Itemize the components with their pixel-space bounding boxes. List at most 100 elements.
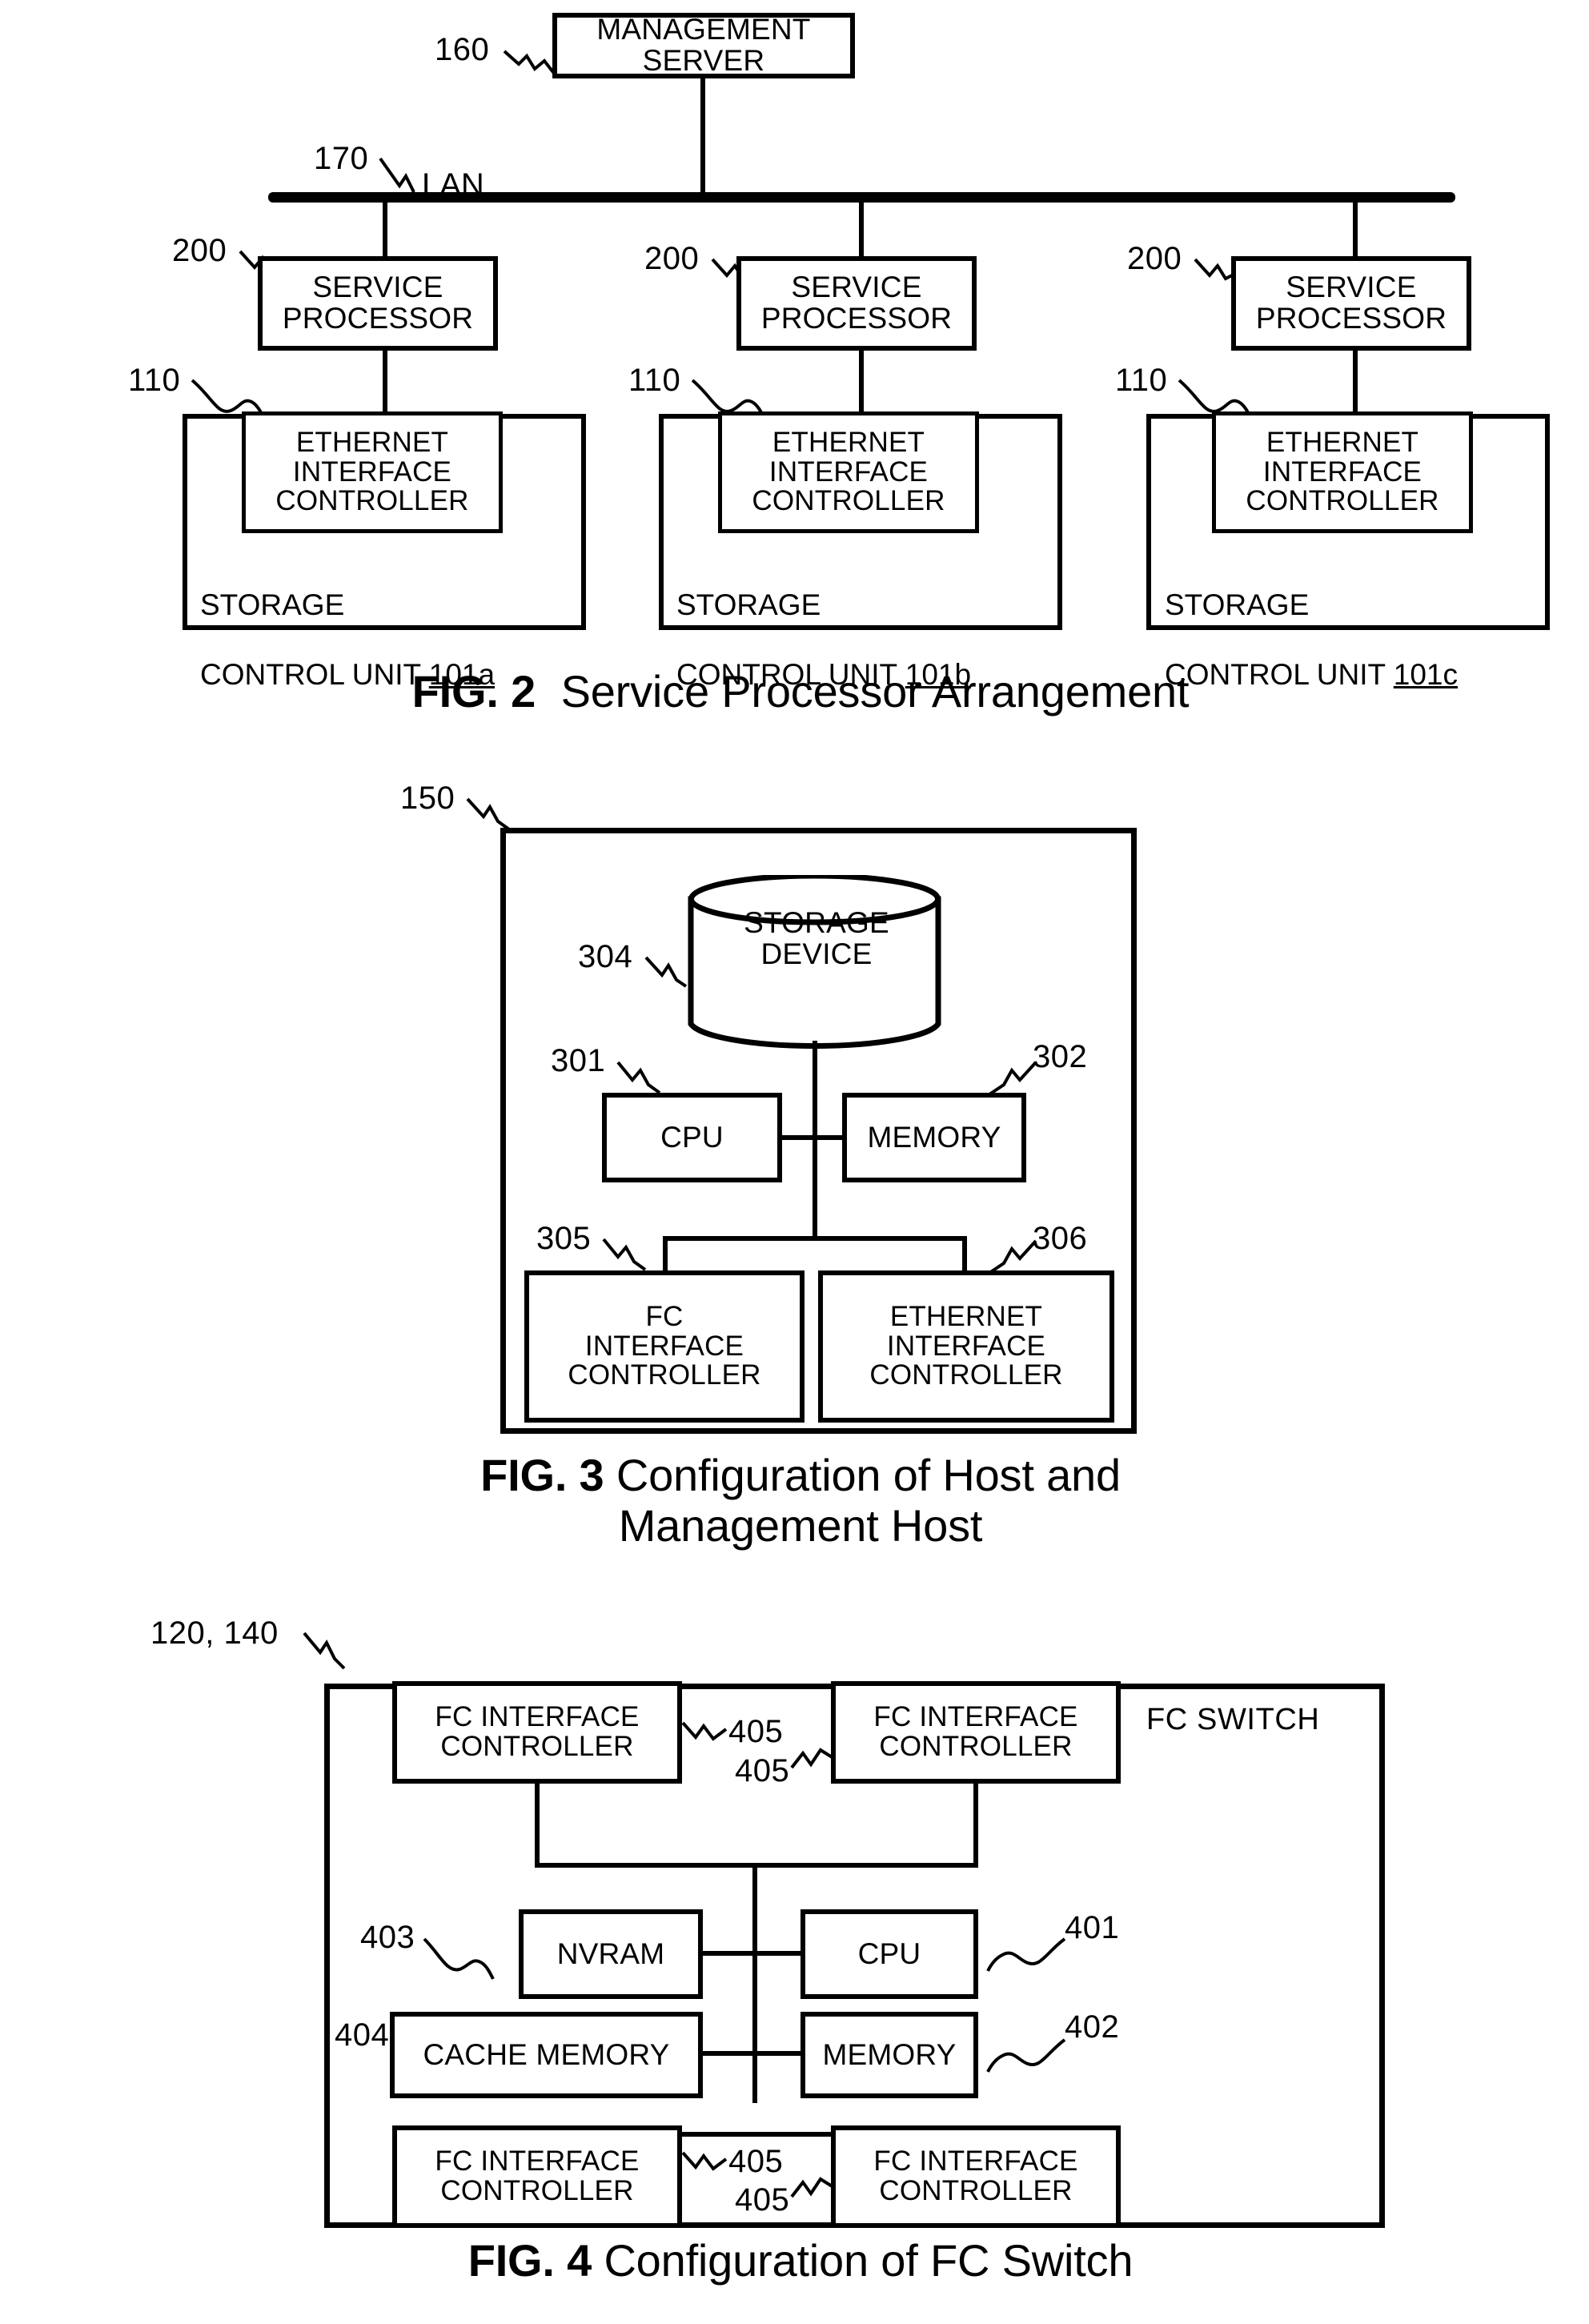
fc-interface-controller-label-4: FC INTERFACE CONTROLLER — [873, 2145, 1078, 2206]
fc-switch-label: FC SWITCH — [1146, 1703, 1320, 1736]
ref-405-1: 405 — [728, 1714, 784, 1749]
ref-305: 305 — [536, 1221, 592, 1256]
figure-3-number: FIG. 3 — [480, 1450, 604, 1500]
controller-spine — [663, 1236, 967, 1241]
memory-box-fig4: MEMORY — [801, 2012, 978, 2098]
ethernet-interface-controller-box-fig3: ETHERNET INTERFACE CONTROLLER — [818, 1270, 1114, 1423]
connector-lan-to-sp-1 — [383, 199, 387, 258]
ref-402: 402 — [1065, 2009, 1120, 2045]
figure-4-caption: FIG. 4 Configuration of FC Switch — [320, 2235, 1281, 2286]
figure-2-caption: FIG. 2 Service Processor Arrangement — [264, 666, 1337, 717]
fc-interface-controller-label-3: FC INTERFACE CONTROLLER — [435, 2145, 640, 2206]
spine-drop-left — [663, 1236, 668, 1273]
connector-bus-to-controllers — [813, 1135, 817, 1239]
connector-fcic2-to-spine — [973, 1784, 978, 1865]
ethernet-interface-controller-label-3: ETHERNET INTERFACE CONTROLLER — [1246, 426, 1439, 517]
cpu-box-fig4: CPU — [801, 1909, 978, 1999]
ref-301: 301 — [551, 1043, 606, 1078]
ref-403: 403 — [360, 1920, 415, 1955]
connector-memory-backbone — [752, 2051, 805, 2056]
fc-switch-backbone — [752, 1863, 757, 2103]
memory-label-fig4: MEMORY — [822, 2038, 957, 2071]
fc-interface-controller-label-1: FC INTERFACE CONTROLLER — [435, 1701, 640, 1762]
storage-device-label: STORAGE DEVICE — [744, 906, 889, 970]
leader-120-140 — [303, 1632, 352, 1675]
fc-interface-controller-box-3: FC INTERFACE CONTROLLER — [392, 2125, 682, 2228]
figure-3-caption: FIG. 3 Configuration of Host and Managem… — [304, 1450, 1297, 1551]
drawing-sheet: 160 MANAGEMENT SERVER 170 LAN 200 SERVIC… — [0, 0, 1589, 2324]
connector-lan-to-sp-3 — [1353, 199, 1358, 258]
connector-cache-backbone — [700, 2051, 756, 2056]
service-processor-label-2: SERVICE PROCESSOR — [760, 271, 953, 335]
memory-box: MEMORY — [842, 1093, 1026, 1182]
leader-405-4 — [790, 2173, 837, 2205]
management-server-label: MANAGEMENT SERVER — [596, 13, 811, 77]
spine-drop-right — [962, 1236, 967, 1273]
service-processor-label-1: SERVICE PROCESSOR — [282, 271, 474, 335]
ref-110-1: 110 — [128, 363, 181, 398]
ref-405-4: 405 — [735, 2182, 790, 2218]
ref-150: 150 — [400, 781, 455, 816]
management-server-box: MANAGEMENT SERVER — [552, 13, 855, 78]
ref-405-2: 405 — [735, 1753, 790, 1788]
leader-405-3 — [681, 2148, 731, 2180]
figure-4-title: Configuration of FC Switch — [604, 2235, 1134, 2286]
ref-306: 306 — [1033, 1221, 1088, 1256]
memory-label: MEMORY — [867, 1121, 1001, 1154]
storage-control-unit-line1-3: STORAGE — [1165, 588, 1310, 621]
fc-interface-controller-label: FC INTERFACE CONTROLLER — [568, 1300, 761, 1391]
fc-interface-controller-box: FC INTERFACE CONTROLLER — [524, 1270, 805, 1423]
service-processor-box-3: SERVICE PROCESSOR — [1231, 256, 1471, 351]
ethernet-interface-controller-label-2: ETHERNET INTERFACE CONTROLLER — [752, 426, 945, 517]
storage-control-unit-line1-2: STORAGE — [676, 588, 821, 621]
connector-storage-to-bus — [813, 1041, 817, 1137]
storage-control-unit-ref-3: 101c — [1393, 657, 1458, 691]
ref-405-3: 405 — [728, 2144, 784, 2179]
ref-302: 302 — [1033, 1039, 1088, 1074]
service-processor-box-2: SERVICE PROCESSOR — [736, 256, 977, 351]
connector-lan-to-sp-2 — [859, 199, 864, 258]
leader-160 — [503, 48, 559, 82]
fc-interface-controller-box-1: FC INTERFACE CONTROLLER — [392, 1681, 682, 1784]
cache-memory-box: CACHE MEMORY — [390, 2012, 703, 2098]
connector-sp-to-eth-3 — [1353, 351, 1358, 415]
ethernet-interface-controller-label-fig3: ETHERNET INTERFACE CONTROLLER — [869, 1300, 1063, 1391]
ref-200-2: 200 — [644, 241, 700, 276]
ref-401: 401 — [1065, 1910, 1120, 1945]
connector-server-to-lan — [700, 78, 705, 199]
fc-interface-controller-box-4: FC INTERFACE CONTROLLER — [831, 2125, 1121, 2228]
fc-interface-controller-label-2: FC INTERFACE CONTROLLER — [873, 1701, 1078, 1762]
connector-sp-to-eth-1 — [383, 351, 387, 415]
nvram-box: NVRAM — [519, 1909, 703, 1999]
figure-2-number: FIG. 2 — [411, 666, 536, 716]
leader-405-1 — [681, 1718, 731, 1750]
leader-403 — [423, 1937, 496, 1984]
cpu-label-fig4: CPU — [857, 1937, 921, 1970]
ref-170: 170 — [314, 141, 369, 176]
figure-3-title: Configuration of Host and Management Hos… — [616, 1450, 1121, 1551]
nvram-label: NVRAM — [556, 1937, 665, 1970]
fc-interface-controller-box-2: FC INTERFACE CONTROLLER — [831, 1681, 1121, 1784]
ethernet-interface-controller-box-2: ETHERNET INTERFACE CONTROLLER — [718, 411, 979, 533]
ref-304: 304 — [578, 939, 633, 974]
connector-sp-to-eth-2 — [859, 351, 864, 415]
connector-cpu-backbone — [752, 1951, 805, 1956]
figure-4-number: FIG. 4 — [467, 2235, 592, 2286]
connector-nvram-backbone — [700, 1951, 756, 1956]
cpu-box: CPU — [602, 1093, 782, 1182]
ref-110-3: 110 — [1115, 363, 1168, 398]
storage-control-unit-line1-1: STORAGE — [200, 588, 345, 621]
ref-200-3: 200 — [1127, 241, 1182, 276]
leader-405-2 — [790, 1744, 837, 1776]
ethernet-interface-controller-label-1: ETHERNET INTERFACE CONTROLLER — [275, 426, 469, 517]
ethernet-interface-controller-box-3: ETHERNET INTERFACE CONTROLLER — [1212, 411, 1473, 533]
ref-404: 404 — [335, 2017, 390, 2053]
leader-305 — [602, 1238, 652, 1274]
ref-120-140: 120, 140 — [150, 1616, 279, 1651]
cpu-label: CPU — [660, 1121, 724, 1154]
ref-110-2: 110 — [628, 363, 681, 398]
leader-401 — [986, 1937, 1066, 1977]
connector-fcic1-to-spine — [535, 1784, 540, 1865]
ref-200-1: 200 — [172, 233, 227, 268]
service-processor-box-1: SERVICE PROCESSOR — [258, 256, 498, 351]
